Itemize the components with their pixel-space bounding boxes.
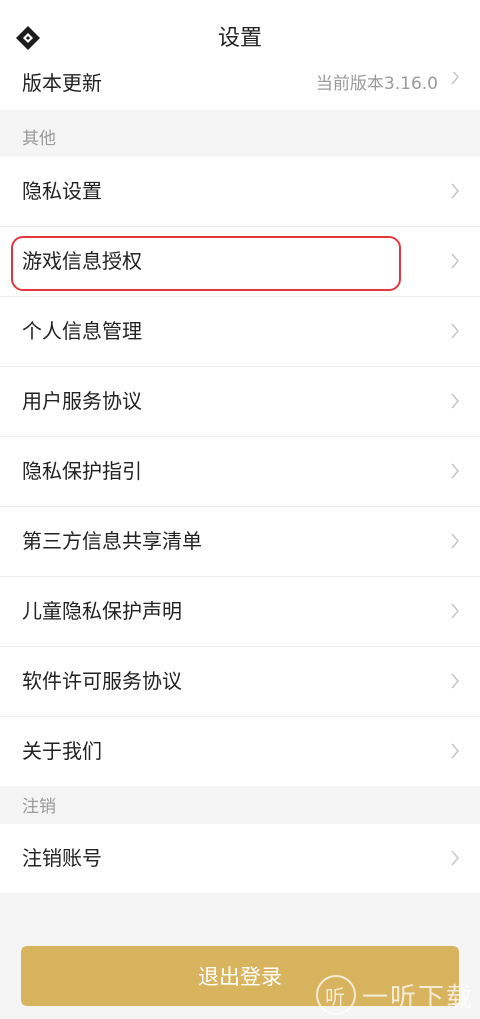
chevron-right-icon [450, 850, 460, 870]
logout-button[interactable]: 退出登录 [21, 946, 459, 1006]
list-item-label: 隐私保护指引 [22, 459, 142, 483]
chevron-right-icon [450, 673, 460, 693]
section-title-other: 其他 [22, 129, 56, 149]
chevron-right-icon [450, 323, 460, 343]
current-version-value: 当前版本3.16.0 [315, 74, 438, 94]
chevron-right-icon [450, 463, 460, 483]
page-title: 设置 [217, 26, 262, 51]
list-item-label: 隐私设置 [22, 179, 102, 203]
list-item-label: 个人信息管理 [22, 319, 142, 343]
section-title-cancel: 注销 [22, 797, 56, 817]
list-item-label: 用户服务协议 [22, 389, 142, 413]
chevron-right-icon [450, 183, 460, 203]
chevron-right-icon [450, 743, 460, 763]
list-item-label: 注销账号 [22, 846, 102, 870]
list-item-privacy-guide[interactable]: 隐私保护指引 [0, 437, 480, 507]
list-item-third-party-sharing-list[interactable]: 第三方信息共享清单 [0, 507, 480, 577]
list-item-label: 儿童隐私保护声明 [22, 599, 182, 623]
list-item-label: 软件许可服务协议 [22, 669, 182, 693]
list-item-user-service-agreement[interactable]: 用户服务协议 [0, 367, 480, 437]
other-settings-list: 隐私设置 游戏信息授权 个人信息管理 用户服务协议 隐私保护指引 第三方信息共享… [0, 157, 480, 786]
list-item-personal-info-management[interactable]: 个人信息管理 [0, 297, 480, 367]
list-item-label: 关于我们 [22, 739, 102, 763]
chevron-right-icon [450, 393, 460, 413]
chevron-right-icon [450, 253, 460, 273]
cancel-settings-list: 注销账号 [0, 824, 480, 893]
list-item-children-privacy-statement[interactable]: 儿童隐私保护声明 [0, 577, 480, 647]
list-item-label: 游戏信息授权 [22, 249, 142, 273]
list-item-cancel-account[interactable]: 注销账号 [0, 824, 480, 893]
chevron-right-icon [450, 69, 460, 89]
list-item-label: 第三方信息共享清单 [22, 529, 202, 553]
settings-screen: 版本更新 当前版本3.16.0 设置 其他 隐私设置 游戏信息授权 个人信息管理 [0, 0, 480, 1019]
top-bar: 设置 [0, 0, 480, 72]
list-item-about-us[interactable]: 关于我们 [0, 717, 480, 786]
list-item-game-info-authorization[interactable]: 游戏信息授权 [0, 227, 480, 297]
list-item-software-license-agreement[interactable]: 软件许可服务协议 [0, 647, 480, 717]
chevron-right-icon [450, 533, 460, 553]
chevron-right-icon [450, 603, 460, 623]
list-item-privacy-settings[interactable]: 隐私设置 [0, 157, 480, 227]
